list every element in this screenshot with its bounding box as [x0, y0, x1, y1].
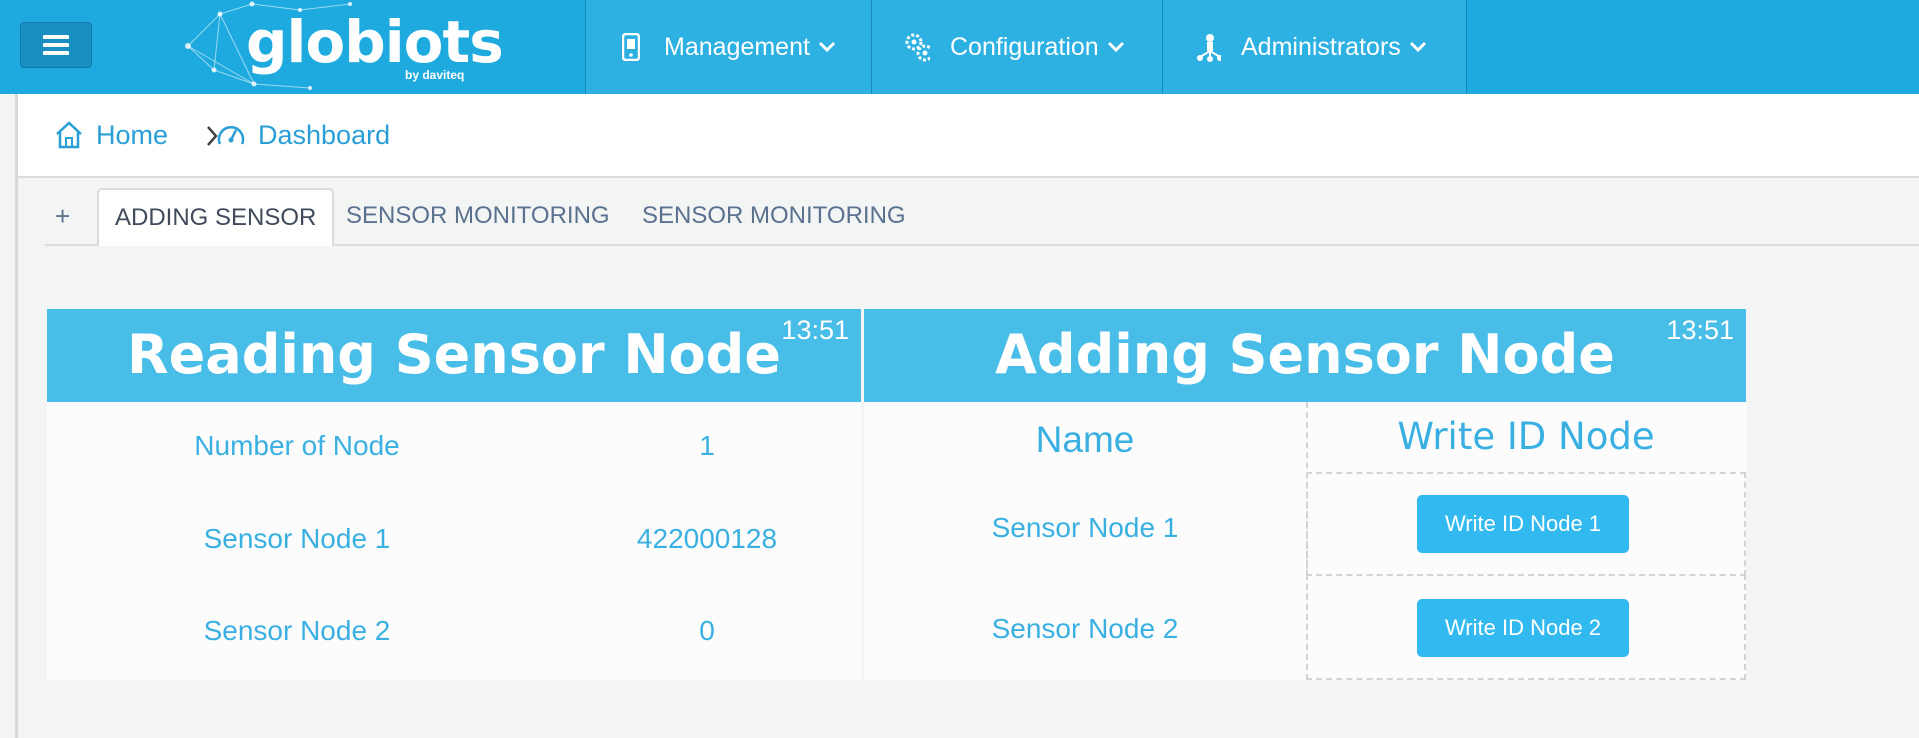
row-label: Number of Node — [194, 430, 400, 461]
left-rail — [15, 94, 18, 738]
hamburger-menu-button[interactable] — [20, 22, 92, 68]
dashboard-tabs: + ADDING SENSOR SENSOR MONITORING SENSOR… — [45, 188, 1919, 246]
users-network-icon — [1195, 32, 1221, 62]
breadcrumb-home-label: Home — [96, 119, 169, 150]
nav-configuration-label: Configuration — [950, 32, 1099, 61]
nav-administrators[interactable]: Administrators — [1162, 0, 1467, 94]
tab-sensor-monitoring-1[interactable]: SENSOR MONITORING — [346, 188, 610, 244]
mobile-device-icon — [618, 32, 644, 62]
write-id-node-2-button[interactable]: Write ID Node 2 — [1417, 599, 1629, 657]
hamburger-icon — [43, 35, 69, 55]
panel-title: Reading Sensor Node — [127, 323, 781, 386]
panel-header: Adding Sensor Node 13:51 — [864, 309, 1746, 402]
top-navbar: globiots by daviteq Management Configura… — [0, 0, 1919, 94]
row-label: Sensor Node 2 — [203, 615, 391, 646]
main-nav: Management Configuration Administrators — [585, 0, 1467, 94]
logo-wordmark: globiots — [246, 8, 504, 76]
chevron-down-icon — [818, 41, 835, 53]
tab-sensor-monitoring-2[interactable]: SENSOR MONITORING — [642, 188, 906, 244]
row-label: Sensor Node 2 — [991, 613, 1179, 644]
nav-management-label: Management — [664, 32, 810, 61]
logo-subtitle: by daviteq — [405, 68, 465, 82]
row-value: 1 — [699, 430, 715, 461]
add-tab-button[interactable]: + — [55, 188, 70, 244]
breadcrumb-dashboard-label: Dashboard — [258, 119, 391, 150]
row-label: Sensor Node 1 — [203, 523, 391, 554]
write-id-node-1-button[interactable]: Write ID Node 1 — [1417, 495, 1629, 553]
globiots-logo[interactable]: globiots by daviteq — [180, 0, 504, 94]
adding-sensor-node-panel: Adding Sensor Node 13:51 Name Write ID N… — [864, 309, 1746, 680]
panel-title: Adding Sensor Node — [995, 323, 1615, 386]
breadcrumb-home[interactable]: Home — [54, 94, 168, 176]
chevron-down-icon — [1107, 41, 1124, 53]
nav-management[interactable]: Management — [585, 0, 871, 94]
row-value: 422000128 — [636, 523, 778, 554]
chevron-down-icon — [1409, 41, 1426, 53]
row-label: Sensor Node 1 — [991, 512, 1179, 543]
panel-time: 13:51 — [1666, 315, 1734, 345]
reading-sensor-node-panel: Reading Sensor Node 13:51 Number of Node… — [47, 309, 861, 680]
nav-administrators-label: Administrators — [1241, 32, 1401, 61]
nav-configuration[interactable]: Configuration — [871, 0, 1162, 94]
tab-adding-sensor[interactable]: ADDING SENSOR — [97, 188, 335, 246]
gears-icon — [904, 32, 930, 62]
speedometer-icon — [217, 126, 245, 145]
breadcrumb-dashboard[interactable]: Dashboard — [216, 94, 390, 176]
panel-header: Reading Sensor Node 13:51 — [47, 309, 861, 402]
panel-time: 13:51 — [781, 315, 849, 345]
column-header-write-id: Write ID Node — [1397, 415, 1655, 458]
breadcrumb: Home Dashboard — [18, 94, 1919, 178]
row-value: 0 — [699, 615, 715, 646]
column-header-name: Name — [1035, 419, 1135, 460]
home-icon — [56, 121, 82, 149]
